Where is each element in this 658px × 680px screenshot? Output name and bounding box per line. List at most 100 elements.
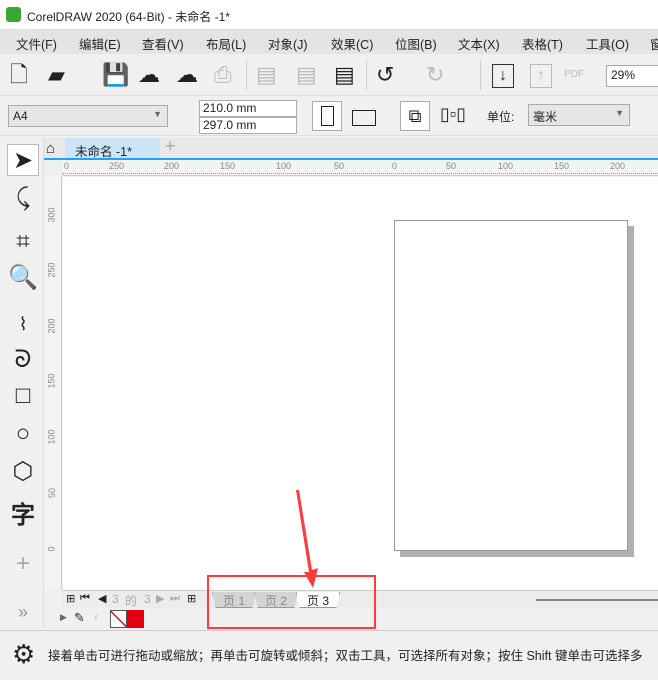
menu-bar: 文件(F) 编辑(E) 查看(V) 布局(L) 对象(J) 效果(C) 位图(B…: [0, 30, 658, 54]
cloud-download-icon[interactable]: ☁: [138, 64, 160, 86]
menu-layout[interactable]: 布局(L): [206, 34, 246, 53]
ruler-label: 250: [46, 262, 57, 278]
next-page-icon[interactable]: ▶: [156, 592, 164, 605]
portrait-button[interactable]: [312, 101, 342, 131]
menu-edit[interactable]: 编辑(E): [79, 34, 121, 53]
new-tab-icon[interactable]: +: [165, 136, 176, 157]
ruler-label: 100: [46, 429, 57, 445]
add-page-after-icon[interactable]: ⊞: [187, 592, 196, 605]
ruler-label: 50: [47, 487, 58, 499]
redo-icon[interactable]: ↻: [426, 64, 444, 86]
toolbox: ➤ ⤹ ⌗ 🔍 ⌇ ᘐ □ ○ ⬡ 字 + »: [0, 138, 44, 628]
copy-icon[interactable]: ▤: [296, 64, 317, 86]
ellipse-tool-icon[interactable]: ○: [7, 418, 39, 450]
palette-expand-icon[interactable]: ▶: [60, 612, 67, 623]
prev-page-icon[interactable]: ◀: [98, 592, 106, 605]
ruler-label: 250: [109, 161, 125, 171]
document-palette: ▶ ✎ ‹: [44, 608, 658, 630]
artistic-media-icon[interactable]: ᘐ: [7, 344, 39, 376]
pick-tool-icon[interactable]: ➤: [7, 144, 39, 176]
page-navigator: ⊞ ⏮ ◀ 3 的 3 ▶ ⏭ ⊞ 页 1 页 2 页 3: [62, 590, 658, 608]
tab-document[interactable]: 未命名 -1*: [65, 138, 160, 159]
ruler-label: 150: [220, 161, 236, 171]
zoom-level-field[interactable]: 29%: [606, 65, 658, 87]
freehand-tool-icon[interactable]: ⌇: [7, 308, 39, 340]
landscape-button[interactable]: [352, 110, 376, 126]
all-pages-button[interactable]: ⧉: [400, 101, 430, 131]
text-tool-icon[interactable]: 字: [7, 500, 39, 532]
page-size-select[interactable]: A4 ▼: [8, 105, 168, 127]
gear-icon[interactable]: ⚙: [12, 639, 35, 670]
ruler-label: 0: [392, 161, 398, 171]
red-swatch[interactable]: [127, 610, 144, 628]
page-tab-1[interactable]: 页 1: [212, 592, 257, 608]
status-message: 接着单击可进行拖动或缩放；再单击可旋转或倾斜；双击工具，可选择所有对象；按住 S…: [48, 649, 643, 663]
page-width-field[interactable]: 210.0 mm: [199, 100, 297, 117]
property-bar: A4 ▼ 210.0 mm 297.0 mm ⧉ ▯▫▯ 单位: 毫米 ▼: [0, 96, 658, 136]
eyedropper-icon[interactable]: ✎: [74, 610, 85, 626]
ruler-label: 0: [64, 161, 70, 171]
vertical-ruler: 300 250 200 150 100 50 0: [44, 176, 62, 590]
first-page-icon[interactable]: ⏮: [80, 592, 90, 605]
title-bar: CorelDRAW 2020 (64-Bit) - 未命名 -1*: [0, 0, 658, 30]
zoom-tool-icon[interactable]: 🔍: [7, 262, 39, 294]
rectangle-tool-icon[interactable]: □: [7, 380, 39, 412]
menu-text[interactable]: 文本(X): [458, 34, 500, 53]
save-icon[interactable]: 💾: [102, 64, 129, 86]
export-icon[interactable]: ↑: [530, 64, 552, 88]
current-page-number: 3: [112, 592, 119, 606]
menu-view[interactable]: 查看(V): [142, 34, 184, 53]
undo-icon[interactable]: ↺: [376, 64, 394, 86]
ruler-label: 150: [554, 161, 570, 171]
new-document-icon[interactable]: 🗋: [10, 64, 28, 86]
cloud-upload-icon[interactable]: ☁: [176, 64, 198, 86]
expand-toolbox-icon[interactable]: »: [7, 596, 39, 628]
menu-bitmaps[interactable]: 位图(B): [395, 34, 437, 53]
ruler-label: 0: [46, 546, 57, 552]
palette-scroll-left-icon[interactable]: ‹: [94, 610, 98, 624]
page-size-value: A4: [13, 109, 28, 123]
page-tab-2[interactable]: 页 2: [254, 592, 299, 608]
import-icon[interactable]: ↓: [492, 64, 514, 88]
menu-table[interactable]: 表格(T): [522, 34, 563, 53]
total-pages: 3: [144, 592, 151, 606]
print-icon[interactable]: ⎙: [214, 64, 232, 86]
no-fill-swatch[interactable]: [110, 610, 127, 628]
units-select[interactable]: 毫米 ▼: [528, 104, 630, 126]
ruler-label: 200: [46, 318, 57, 334]
document-tab-bar: ⌂ 未命名 -1* +: [44, 136, 658, 160]
page-tab-3[interactable]: 页 3: [296, 592, 341, 608]
menu-file[interactable]: 文件(F): [16, 34, 57, 53]
menu-window[interactable]: 窗: [650, 34, 658, 53]
menu-object[interactable]: 对象(J): [268, 34, 308, 53]
standard-toolbar: 🗋 ▰ 💾 ☁ ☁ ⎙ ▤ ▤ ▤ ↺ ↻ ↓ ↑ PDF 29%: [0, 54, 658, 96]
units-label: 单位:: [487, 110, 515, 124]
horizontal-scrollbar[interactable]: [536, 599, 658, 601]
last-page-icon[interactable]: ⏭: [170, 592, 180, 605]
menu-tools[interactable]: 工具(O): [586, 34, 629, 53]
ruler-label: 150: [46, 373, 57, 389]
units-value: 毫米: [533, 110, 558, 124]
ruler-label: 100: [276, 161, 292, 171]
shape-tool-icon[interactable]: ⤹: [7, 182, 39, 214]
portrait-icon: [321, 106, 334, 126]
open-folder-icon[interactable]: ▰: [48, 64, 65, 86]
add-tool-icon[interactable]: +: [7, 548, 39, 580]
ruler-label: 300: [46, 207, 57, 223]
app-logo-icon: [6, 7, 21, 22]
ruler-label: 50: [446, 161, 457, 171]
publish-pdf-icon[interactable]: PDF: [564, 64, 584, 86]
cut-icon[interactable]: ▤: [256, 64, 277, 86]
home-icon[interactable]: ⌂: [46, 140, 55, 157]
status-bar: ⚙ 接着单击可进行拖动或缩放；再单击可旋转或倾斜；双击工具，可选择所有对象；按住…: [0, 630, 658, 680]
ruler-label: 200: [610, 161, 626, 171]
page-3[interactable]: [394, 220, 628, 551]
add-page-before-icon[interactable]: ⊞: [66, 592, 75, 605]
page-height-field[interactable]: 297.0 mm: [199, 117, 297, 134]
horizontal-ruler: 0 250 200 150 100 50 0 50 100 150 200: [62, 160, 658, 176]
current-page-icon[interactable]: ▯▫▯: [440, 104, 466, 125]
paste-icon[interactable]: ▤: [334, 64, 355, 86]
crop-tool-icon[interactable]: ⌗: [7, 226, 39, 258]
menu-effects[interactable]: 效果(C): [331, 34, 373, 53]
polygon-tool-icon[interactable]: ⬡: [7, 456, 39, 488]
